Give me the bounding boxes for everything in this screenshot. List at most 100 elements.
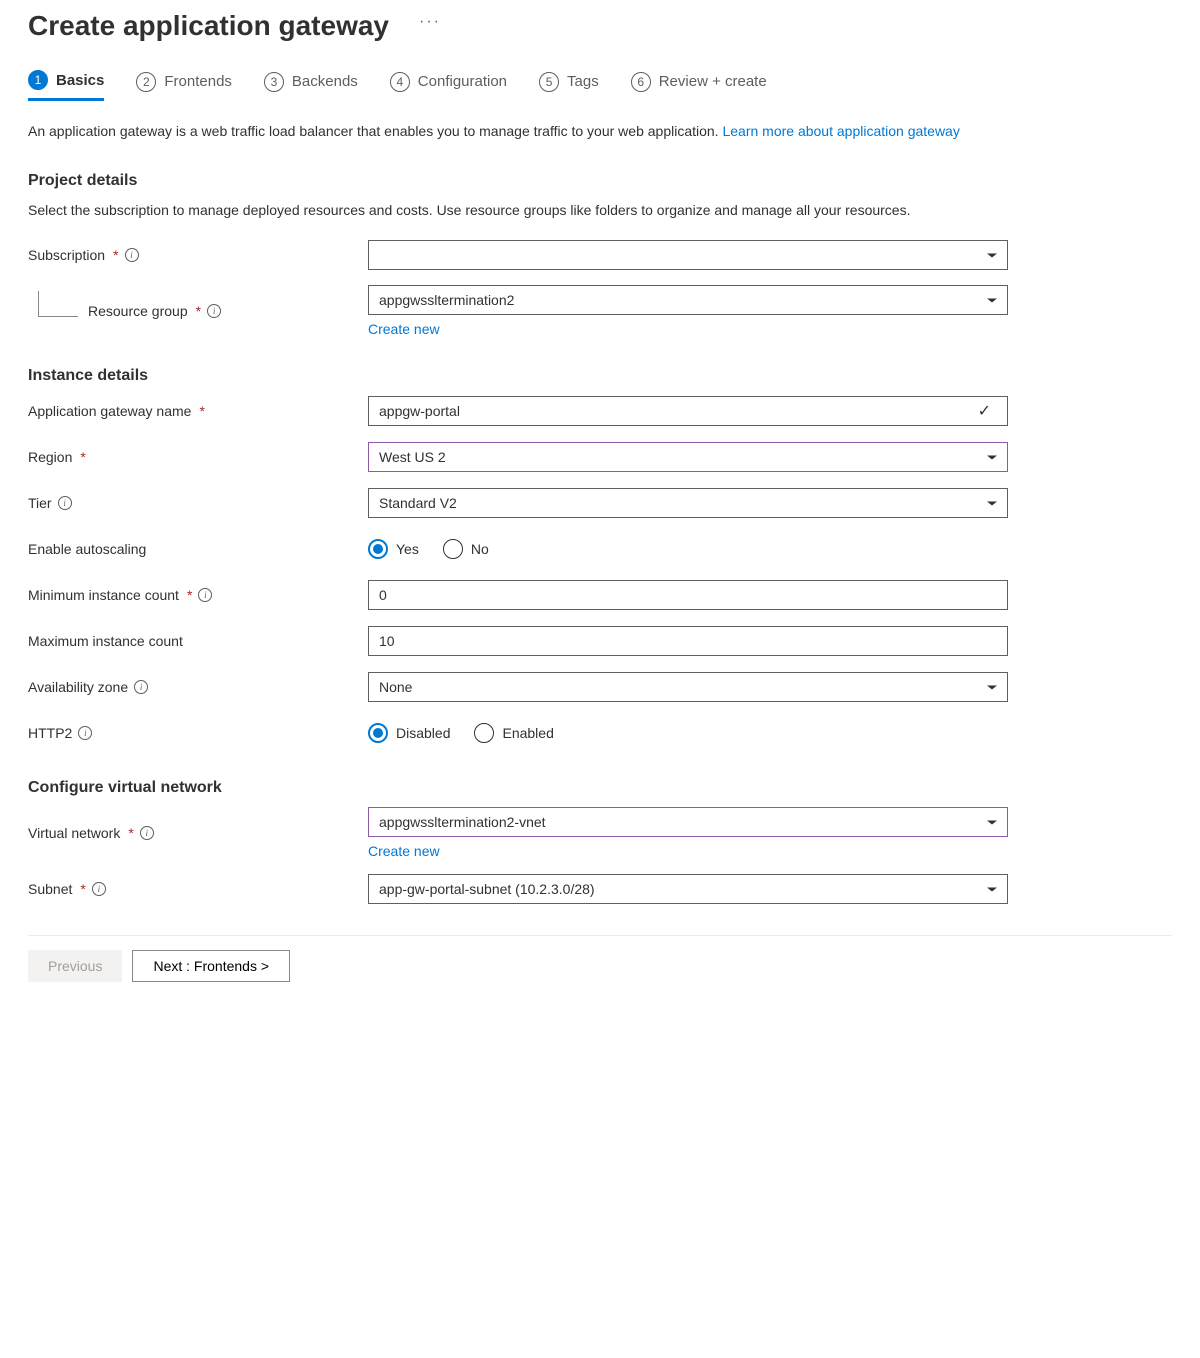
tab-label: Review + create xyxy=(659,73,767,90)
subscription-dropdown[interactable] xyxy=(368,240,1008,270)
tab-tags[interactable]: 5 Tags xyxy=(539,70,599,101)
footer: Previous Next : Frontends > xyxy=(28,935,1172,996)
tab-backends[interactable]: 3 Backends xyxy=(264,70,358,101)
subscription-label: Subscription xyxy=(28,247,105,263)
required-indicator: * xyxy=(196,303,201,319)
vnet-dropdown[interactable]: appgwssltermination2-vnet xyxy=(368,807,1008,837)
info-icon[interactable]: i xyxy=(198,588,212,602)
input-value: appgw-portal xyxy=(379,403,978,419)
chevron-down-icon xyxy=(987,455,997,459)
http2-radio-group: Disabled Enabled xyxy=(368,718,1008,748)
http2-enabled-radio[interactable]: Enabled xyxy=(474,723,553,743)
chevron-down-icon xyxy=(987,685,997,689)
tab-number: 6 xyxy=(631,72,651,92)
max-instance-input[interactable] xyxy=(368,626,1008,656)
intro-text: An application gateway is a web traffic … xyxy=(28,121,1172,142)
resource-group-label: Resource group xyxy=(88,303,188,319)
dropdown-value: West US 2 xyxy=(379,449,987,465)
http2-disabled-radio[interactable]: Disabled xyxy=(368,723,450,743)
page-title: Create application gateway xyxy=(28,10,389,42)
tab-frontends[interactable]: 2 Frontends xyxy=(136,70,232,101)
chevron-down-icon xyxy=(987,298,997,302)
autoscaling-yes-radio[interactable]: Yes xyxy=(368,539,419,559)
tab-number: 3 xyxy=(264,72,284,92)
chevron-down-icon xyxy=(987,887,997,891)
subnet-dropdown[interactable]: app-gw-portal-subnet (10.2.3.0/28) xyxy=(368,874,1008,904)
radio-circle xyxy=(443,539,463,559)
learn-more-link[interactable]: Learn more about application gateway xyxy=(722,123,959,139)
max-instance-label: Maximum instance count xyxy=(28,633,183,649)
previous-button: Previous xyxy=(28,950,122,982)
http2-label: HTTP2 xyxy=(28,725,72,741)
network-heading: Configure virtual network xyxy=(28,779,1172,797)
tab-label: Basics xyxy=(56,72,104,89)
required-indicator: * xyxy=(80,881,85,897)
indent-connector xyxy=(38,291,78,317)
tab-number: 5 xyxy=(539,72,559,92)
min-instance-input[interactable] xyxy=(368,580,1008,610)
intro-text-content: An application gateway is a web traffic … xyxy=(28,123,722,139)
dropdown-value: None xyxy=(379,679,987,695)
vnet-label: Virtual network xyxy=(28,825,120,841)
region-label: Region xyxy=(28,449,72,465)
create-new-vnet-link[interactable]: Create new xyxy=(368,843,1008,859)
availability-zone-dropdown[interactable]: None xyxy=(368,672,1008,702)
autoscaling-no-radio[interactable]: No xyxy=(443,539,489,559)
check-icon: ✓ xyxy=(978,401,991,421)
tab-number: 1 xyxy=(28,70,48,90)
wizard-tabs: 1 Basics 2 Frontends 3 Backends 4 Config… xyxy=(28,70,1172,101)
tab-label: Tags xyxy=(567,73,599,90)
tab-configuration[interactable]: 4 Configuration xyxy=(390,70,507,101)
radio-label: No xyxy=(471,541,489,557)
required-indicator: * xyxy=(80,449,85,465)
info-icon[interactable]: i xyxy=(207,304,221,318)
dropdown-value: appgwssltermination2-vnet xyxy=(379,814,987,830)
info-icon[interactable]: i xyxy=(78,726,92,740)
radio-circle xyxy=(474,723,494,743)
required-indicator: * xyxy=(113,247,118,263)
resource-group-dropdown[interactable]: appgwssltermination2 xyxy=(368,285,1008,315)
required-indicator: * xyxy=(199,403,204,419)
dropdown-value: app-gw-portal-subnet (10.2.3.0/28) xyxy=(379,881,987,897)
chevron-down-icon xyxy=(987,253,997,257)
tab-number: 2 xyxy=(136,72,156,92)
create-new-resource-group-link[interactable]: Create new xyxy=(368,321,1008,337)
tier-dropdown[interactable]: Standard V2 xyxy=(368,488,1008,518)
autoscaling-radio-group: Yes No xyxy=(368,534,1008,564)
radio-circle xyxy=(368,539,388,559)
tab-label: Frontends xyxy=(164,73,232,90)
project-details-description: Select the subscription to manage deploy… xyxy=(28,200,1172,221)
autoscaling-label: Enable autoscaling xyxy=(28,541,146,557)
info-icon[interactable]: i xyxy=(92,882,106,896)
region-dropdown[interactable]: West US 2 xyxy=(368,442,1008,472)
dropdown-value: appgwssltermination2 xyxy=(379,292,987,308)
tier-label: Tier xyxy=(28,495,52,511)
radio-label: Disabled xyxy=(396,725,450,741)
dropdown-value: Standard V2 xyxy=(379,495,987,511)
info-icon[interactable]: i xyxy=(140,826,154,840)
gateway-name-input[interactable]: appgw-portal ✓ xyxy=(368,396,1008,426)
min-instance-label: Minimum instance count xyxy=(28,587,179,603)
chevron-down-icon xyxy=(987,820,997,824)
chevron-down-icon xyxy=(987,501,997,505)
info-icon[interactable]: i xyxy=(125,248,139,262)
next-button[interactable]: Next : Frontends > xyxy=(132,950,290,982)
info-icon[interactable]: i xyxy=(134,680,148,694)
required-indicator: * xyxy=(128,825,133,841)
tab-basics[interactable]: 1 Basics xyxy=(28,70,104,101)
subnet-label: Subnet xyxy=(28,881,72,897)
more-icon[interactable]: ··· xyxy=(419,13,441,39)
project-details-heading: Project details xyxy=(28,172,1172,190)
tab-number: 4 xyxy=(390,72,410,92)
tab-label: Backends xyxy=(292,73,358,90)
gateway-name-label: Application gateway name xyxy=(28,403,191,419)
required-indicator: * xyxy=(187,587,192,603)
tab-review-create[interactable]: 6 Review + create xyxy=(631,70,767,101)
radio-label: Enabled xyxy=(502,725,553,741)
info-icon[interactable]: i xyxy=(58,496,72,510)
radio-circle xyxy=(368,723,388,743)
radio-label: Yes xyxy=(396,541,419,557)
tab-label: Configuration xyxy=(418,73,507,90)
instance-details-heading: Instance details xyxy=(28,367,1172,385)
availability-zone-label: Availability zone xyxy=(28,679,128,695)
